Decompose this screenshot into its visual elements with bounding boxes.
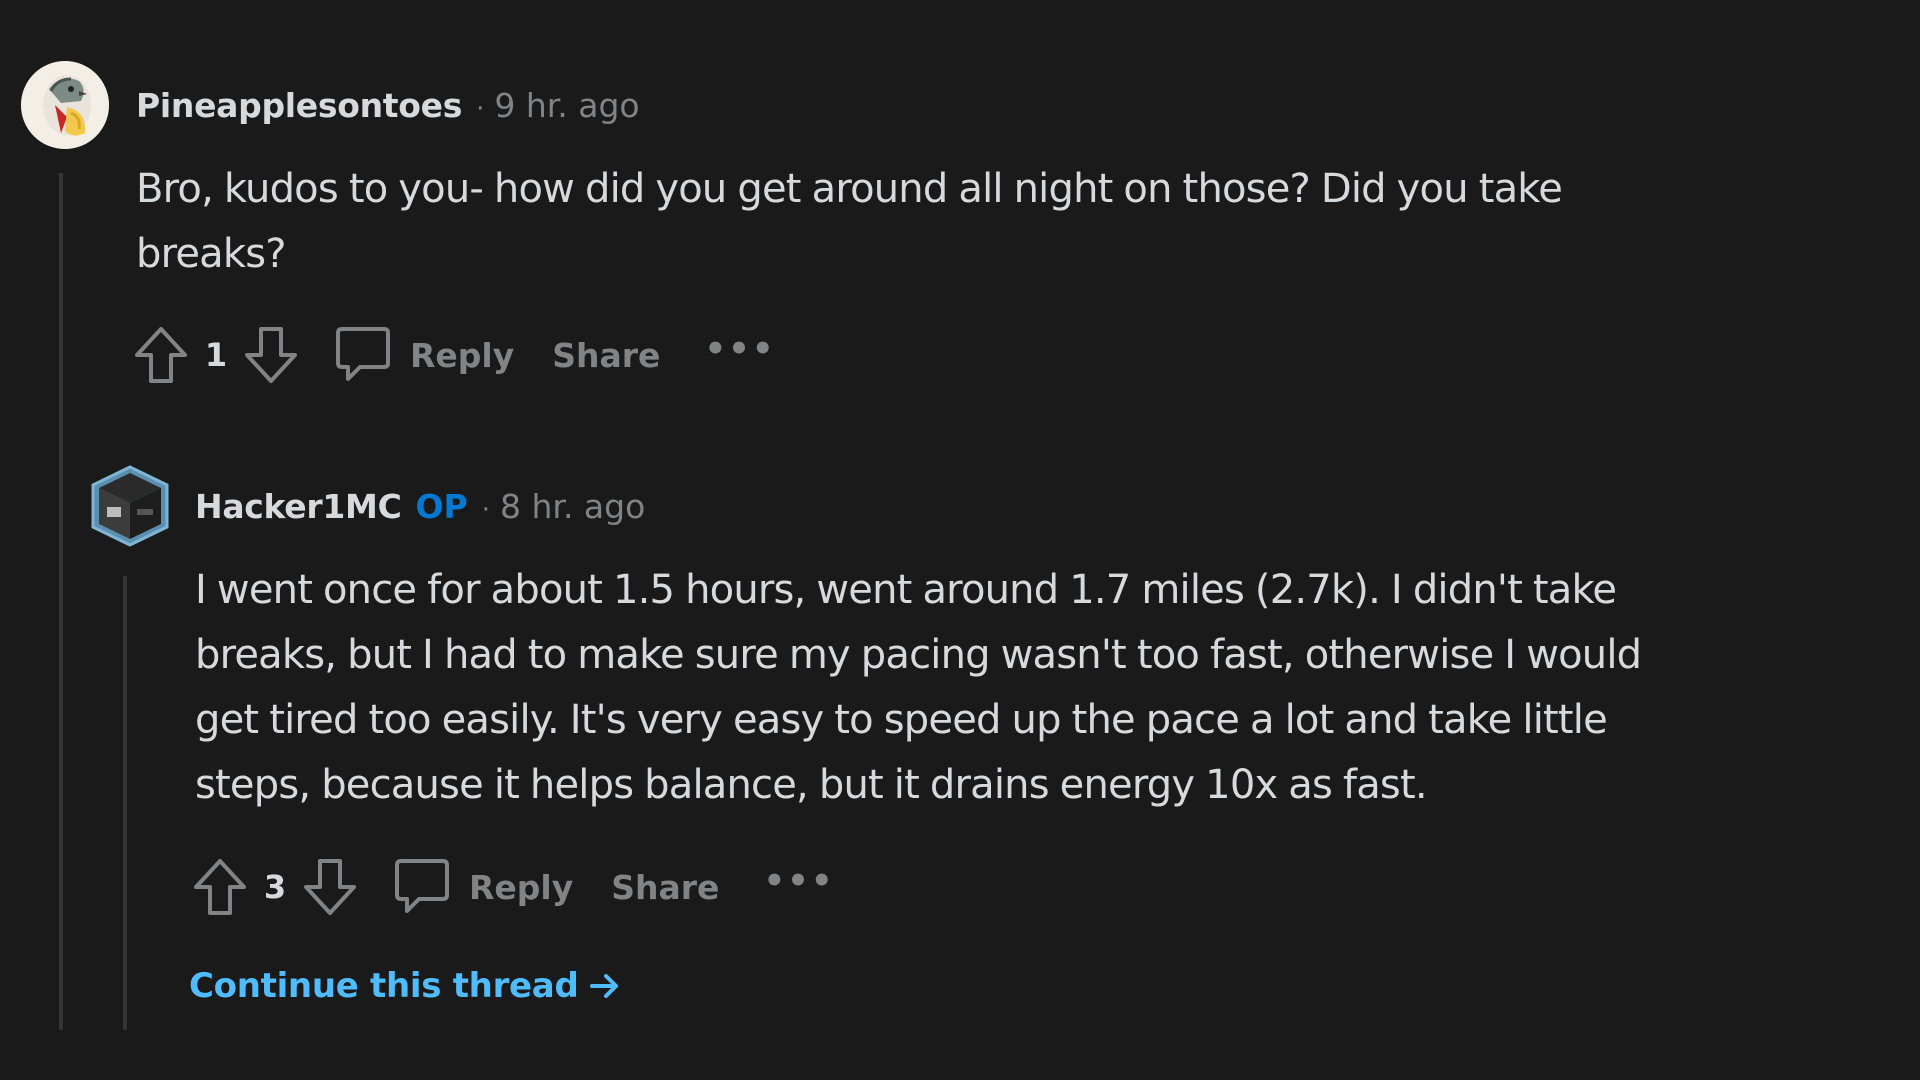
comment-action-bar: 1 Reply Share •••: [130, 320, 776, 390]
comment-body-line: Bro, kudos to you- how did you get aroun…: [136, 166, 1563, 212]
meta-separator: ·: [481, 495, 490, 525]
continue-thread-label: Continue this thread: [189, 966, 579, 1006]
meta-separator: ·: [476, 94, 485, 124]
comment-thread: Pineapplesontoes · 9 hr. ago Bro, kudos …: [0, 0, 1920, 1080]
arrow-right-icon: [588, 969, 622, 1003]
comment-body-line: I went once for about 1.5 hours, went ar…: [195, 567, 1617, 613]
reply-button[interactable]: Reply: [334, 325, 514, 385]
pigeon-avatar[interactable]: [21, 61, 109, 149]
upvote-button[interactable]: [189, 854, 251, 920]
upvote-icon: [194, 859, 246, 915]
share-button[interactable]: Share: [552, 336, 660, 375]
comment-bubble-icon: [395, 859, 449, 913]
comment-meta: Pineapplesontoes · 9 hr. ago: [136, 86, 640, 125]
share-label: Share: [552, 335, 661, 375]
share-label: Share: [611, 867, 720, 907]
comment-author[interactable]: Hacker1MC: [195, 487, 402, 526]
reply-label: Reply: [410, 335, 515, 375]
comment-body-line: breaks?: [136, 231, 287, 277]
comment-body: Bro, kudos to you- how did you get aroun…: [136, 157, 1776, 287]
comment-author[interactable]: Pineapplesontoes: [136, 86, 462, 125]
thread-line-collapse-2[interactable]: [123, 576, 127, 1030]
comment-action-bar: 3 Reply Share •••: [189, 852, 835, 922]
comment-body: I went once for about 1.5 hours, went ar…: [195, 558, 1795, 818]
thread-line-collapse-1[interactable]: [59, 173, 63, 1030]
vote-count: 3: [263, 868, 287, 906]
upvote-icon: [135, 327, 187, 383]
downvote-button[interactable]: [299, 854, 361, 920]
comment-meta: Hacker1MC OP · 8 hr. ago: [195, 487, 645, 526]
comment-body-line: get tired too easily. It's very easy to …: [195, 697, 1608, 743]
comment-body-line: breaks, but I had to make sure my pacing…: [195, 632, 1642, 678]
more-options-icon[interactable]: •••: [704, 329, 775, 381]
share-button[interactable]: Share: [611, 868, 719, 907]
downvote-icon: [245, 327, 297, 383]
more-options-icon[interactable]: •••: [763, 861, 834, 913]
comment-timestamp[interactable]: 8 hr. ago: [500, 487, 645, 526]
vote-count: 1: [204, 336, 228, 374]
downvote-icon: [304, 859, 356, 915]
continue-thread-link[interactable]: Continue this thread: [189, 966, 622, 1006]
comment-body-line: steps, because it helps balance, but it …: [195, 762, 1428, 808]
comment-bubble-icon: [336, 327, 390, 381]
downvote-button[interactable]: [240, 322, 302, 388]
upvote-button[interactable]: [130, 322, 192, 388]
reply-label: Reply: [469, 867, 574, 907]
cube-avatar[interactable]: [89, 463, 171, 549]
op-badge: OP: [415, 487, 468, 526]
reply-button[interactable]: Reply: [393, 857, 573, 917]
comment-timestamp[interactable]: 9 hr. ago: [494, 86, 639, 125]
